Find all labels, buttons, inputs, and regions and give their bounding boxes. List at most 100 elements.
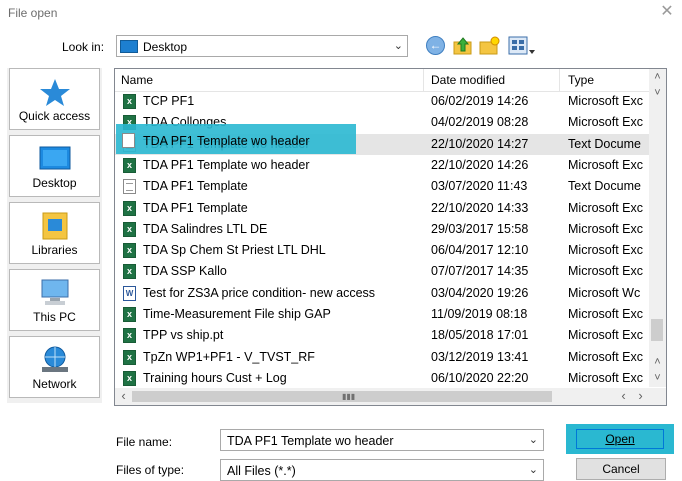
- file-date: 22/10/2020 14:33: [431, 200, 529, 215]
- place-label: Quick access: [18, 109, 91, 123]
- look-in-label: Look in:: [62, 40, 105, 54]
- file-type: Microsoft Exc: [568, 157, 644, 172]
- column-type[interactable]: Type: [568, 73, 594, 87]
- file-list[interactable]: Name Date modified Type x TCP PF1 06/02/20…: [114, 68, 667, 406]
- file-row[interactable]: x Training hours Cust + Log 06/10/2020 22:…: [115, 368, 651, 389]
- file-type: Microsoft Exc: [568, 115, 644, 130]
- excel-file-icon: x: [123, 370, 136, 386]
- file-name: Training hours Cust + Log: [143, 370, 287, 385]
- look-in-dropdown[interactable]: Desktop ⌄: [116, 35, 408, 57]
- column-date-modified[interactable]: Date modified: [431, 73, 505, 87]
- back-arrow-icon: ←: [426, 36, 445, 55]
- scroll-up-lower-icon[interactable]: ˄: [649, 354, 666, 371]
- vertical-scroll-thumb[interactable]: [651, 319, 663, 341]
- place-label: Libraries: [31, 243, 78, 257]
- file-name-label: File name:: [116, 435, 173, 449]
- file-type: Microsoft Exc: [568, 200, 644, 215]
- scroll-up-icon[interactable]: ˄: [649, 69, 666, 86]
- file-type: Microsoft Exc: [568, 264, 644, 279]
- file-name: TDA Salindres LTL DE: [143, 221, 268, 236]
- file-row[interactable]: x TPP vs ship.pt 18/05/2018 17:01 Microsoft…: [115, 325, 651, 346]
- file-type: Microsoft Exc: [568, 349, 644, 364]
- cancel-button[interactable]: Cancel: [576, 458, 666, 480]
- vertical-scrollbar[interactable]: ˄ ˅ ˄ ˅: [649, 69, 666, 387]
- file-row[interactable]: x TDA SSP Kallo 07/07/2017 14:35 Microsoft …: [115, 261, 651, 282]
- open-button[interactable]: Open: [576, 429, 664, 449]
- file-row[interactable]: TDA PF1 Template 03/07/2020 11:43 Text Doc…: [115, 176, 651, 197]
- place-network[interactable]: Network: [9, 336, 100, 398]
- file-type: Microsoft Exc: [568, 221, 644, 236]
- chevron-down-icon[interactable]: ⌄: [529, 433, 538, 446]
- file-row[interactable]: x TDA PF1 Template wo header 22/10/2020 14…: [115, 155, 651, 176]
- column-divider[interactable]: [559, 69, 560, 91]
- chevron-down-icon[interactable]: ⌄: [529, 463, 538, 476]
- text-file-icon: [123, 179, 136, 195]
- close-icon[interactable]: ✕: [658, 3, 676, 21]
- scroll-down-icon[interactable]: ˅: [649, 370, 666, 387]
- file-type: Microsoft Exc: [568, 94, 644, 108]
- file-date: 06/10/2020 22:20: [431, 370, 529, 385]
- file-type: Microsoft Exc: [568, 307, 644, 321]
- file-date: 04/02/2019 08:28: [431, 115, 529, 130]
- excel-file-icon: x: [123, 328, 136, 344]
- look-in-value: Desktop: [143, 40, 188, 54]
- text-file-icon: [122, 133, 135, 148]
- scroll-left-icon[interactable]: ‹: [115, 388, 132, 405]
- excel-file-icon: x: [123, 157, 136, 173]
- file-type: Text Docume: [568, 136, 641, 151]
- place-label: Desktop: [32, 176, 77, 190]
- file-row[interactable]: x TDA PF1 Template 22/10/2020 14:33 Microso…: [115, 198, 651, 219]
- new-folder-button[interactable]: [478, 35, 500, 57]
- file-date: 03/07/2020 11:43: [431, 179, 528, 194]
- excel-file-icon: x: [123, 243, 136, 259]
- column-header: Name Date modified Type: [115, 69, 666, 92]
- place-quick-access[interactable]: Quick access: [9, 68, 100, 130]
- file-name: Time-Measurement File ship GAP: [143, 307, 331, 321]
- file-type: Text Docume: [568, 179, 641, 194]
- selected-file-name[interactable]: TDA PF1 Template wo header: [143, 134, 310, 148]
- file-row[interactable]: x TDA Salindres LTL DE 29/03/2017 15:58 Mic…: [115, 219, 651, 240]
- place-libraries[interactable]: Libraries: [9, 202, 100, 264]
- scroll-up-small-icon[interactable]: ˅: [649, 85, 666, 102]
- files-of-type-label: Files of type:: [116, 463, 185, 477]
- excel-file-icon: x: [123, 94, 136, 109]
- back-button[interactable]: ←: [425, 35, 447, 57]
- new-folder-icon: [479, 36, 500, 55]
- libraries-icon: [42, 212, 68, 240]
- file-date: 22/10/2020 14:26: [431, 157, 529, 172]
- file-name: TDA PF1 Template: [143, 200, 248, 215]
- view-menu-icon: [508, 36, 535, 55]
- column-name[interactable]: Name: [121, 73, 153, 87]
- places-bar: Quick access Desktop Libraries This PC N…: [7, 68, 102, 403]
- up-folder-button[interactable]: [452, 35, 474, 57]
- files-of-type-dropdown[interactable]: All Files (*.*) ⌄: [220, 459, 544, 481]
- file-row[interactable]: x TpZn WP1+PF1 - V_TVST_RF 03/12/2019 13:4…: [115, 347, 651, 368]
- file-name: TDA PF1 Template wo header: [143, 157, 310, 172]
- file-name: TCP PF1: [143, 94, 195, 108]
- file-date: 11/09/2019 08:18: [431, 307, 528, 321]
- word-file-icon: W: [123, 285, 136, 301]
- scroll-left-small-icon[interactable]: ‹: [615, 388, 632, 405]
- excel-file-icon: x: [123, 221, 136, 237]
- file-row[interactable]: W Test for ZS3A price condition- new acce…: [115, 283, 651, 304]
- file-name-input[interactable]: TDA PF1 Template wo header ⌄: [220, 429, 544, 451]
- file-date: 03/12/2019 13:41: [431, 349, 529, 364]
- chevron-down-icon: ⌄: [393, 40, 403, 52]
- file-row[interactable]: x Time-Measurement File ship GAP 11/09/201…: [115, 304, 651, 325]
- file-row[interactable]: x TDA Sp Chem St Priest LTL DHL 06/04/2017…: [115, 240, 651, 261]
- file-row[interactable]: x TCP PF1 06/02/2019 14:26 Microsoft Exc: [115, 91, 651, 112]
- place-this-pc[interactable]: This PC: [9, 269, 100, 331]
- place-label: This PC: [33, 310, 76, 324]
- horizontal-scroll-thumb[interactable]: ▮▮▮: [132, 391, 552, 402]
- scroll-right-icon[interactable]: ›: [632, 388, 649, 405]
- file-name: TDA SSP Kallo: [143, 264, 227, 279]
- desktop-folder-icon: [120, 40, 138, 53]
- column-divider[interactable]: [423, 69, 424, 91]
- file-name: TDA Sp Chem St Priest LTL DHL: [143, 243, 326, 258]
- horizontal-scrollbar[interactable]: ‹ ▮▮▮ ‹ ›: [115, 388, 649, 405]
- place-desktop[interactable]: Desktop: [9, 135, 100, 197]
- view-menu-button[interactable]: [508, 35, 536, 57]
- window-title: File open: [8, 6, 58, 20]
- excel-file-icon: x: [123, 307, 136, 322]
- files-of-type-value: All Files (*.*): [227, 464, 296, 478]
